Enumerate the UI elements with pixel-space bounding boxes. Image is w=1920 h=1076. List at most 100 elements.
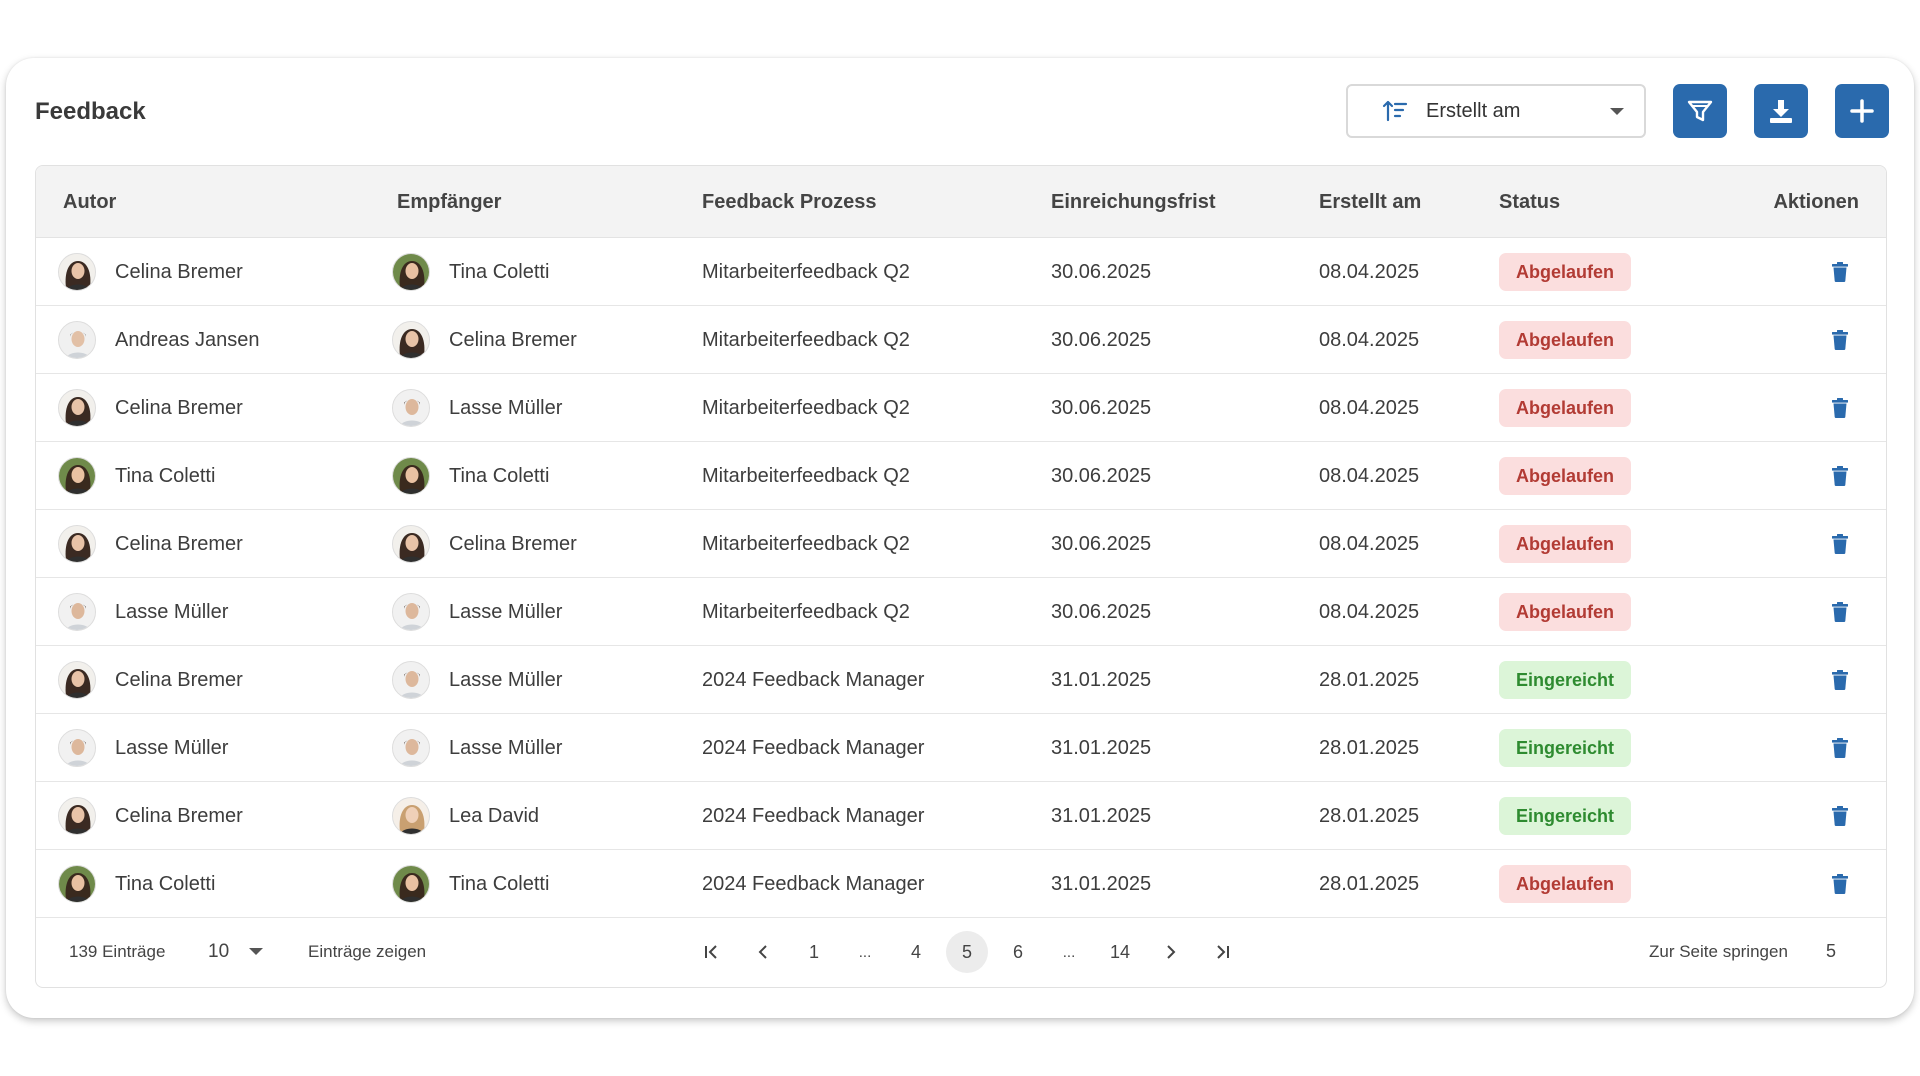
- actions-cell: [1828, 306, 1852, 374]
- table-row[interactable]: Lasse Müller Lasse Müller Mitarbeiterfee…: [36, 578, 1886, 646]
- status-cell: Abgelaufen: [1499, 374, 1632, 442]
- page-size-select[interactable]: 10: [208, 918, 288, 985]
- deadline-cell: 31.01.2025: [1051, 668, 1152, 691]
- author-name: Lasse Müller: [115, 600, 229, 623]
- column-header-status[interactable]: Status: [1499, 166, 1560, 238]
- avatar: [392, 729, 430, 767]
- recipient-name: Lea David: [449, 804, 540, 827]
- trash-icon: [1832, 602, 1848, 622]
- deadline-cell: 30.06.2025: [1051, 532, 1152, 555]
- created-cell: 28.01.2025: [1319, 736, 1420, 759]
- avatar: [392, 389, 430, 427]
- avatar: [392, 525, 430, 563]
- table-row[interactable]: Tina Coletti Tina Coletti 2024 Feedback …: [36, 850, 1886, 918]
- author-name: Tina Coletti: [115, 872, 216, 895]
- author-cell: Celina Bremer: [58, 782, 243, 850]
- process-cell: 2024 Feedback Manager: [702, 736, 925, 759]
- status-badge: Abgelaufen: [1499, 865, 1632, 903]
- status-badge: Eingereicht: [1499, 661, 1632, 699]
- avatar: [58, 457, 96, 495]
- table-row[interactable]: Tina Coletti Tina Coletti Mitarbeiterfee…: [36, 442, 1886, 510]
- page-size-value: 10: [208, 940, 230, 962]
- actions-cell: [1828, 238, 1852, 306]
- delete-button[interactable]: [1828, 328, 1852, 352]
- page-button[interactable]: 14: [1099, 931, 1141, 973]
- recipient-name: Tina Coletti: [449, 260, 550, 283]
- page-button[interactable]: 6: [997, 931, 1039, 973]
- page-button[interactable]: 5: [946, 931, 988, 973]
- column-header-erstellt-am[interactable]: Erstellt am: [1319, 166, 1421, 238]
- actions-cell: [1828, 374, 1852, 442]
- trash-icon: [1832, 262, 1848, 282]
- status-badge: Eingereicht: [1499, 797, 1632, 835]
- actions-cell: [1828, 646, 1852, 714]
- delete-button[interactable]: [1828, 804, 1852, 828]
- actions-cell: [1828, 714, 1852, 782]
- status-badge: Abgelaufen: [1499, 389, 1632, 427]
- trash-icon: [1832, 806, 1848, 826]
- column-header-empfaenger[interactable]: Empfänger: [397, 166, 501, 238]
- column-header-einreichungsfrist[interactable]: Einreichungsfrist: [1051, 166, 1215, 238]
- process-cell: 2024 Feedback Manager: [702, 872, 925, 895]
- deadline-cell: 31.01.2025: [1051, 872, 1152, 895]
- status-cell: Abgelaufen: [1499, 442, 1632, 510]
- prev-page-button[interactable]: [742, 931, 784, 973]
- feedback-card: Feedback Erstellt am Autor Empfänger Fee…: [6, 58, 1914, 1018]
- table-row[interactable]: Celina Bremer Lasse Müller Mitarbeiterfe…: [36, 374, 1886, 442]
- trash-icon: [1832, 874, 1848, 894]
- sort-select[interactable]: Erstellt am: [1346, 84, 1646, 138]
- recipient-name: Celina Bremer: [449, 328, 577, 351]
- filter-button[interactable]: [1673, 84, 1727, 138]
- recipient-cell: Lasse Müller: [392, 374, 562, 442]
- trash-icon: [1832, 738, 1848, 758]
- author-name: Tina Coletti: [115, 464, 216, 487]
- avatar: [58, 389, 96, 427]
- created-cell: 08.04.2025: [1319, 532, 1420, 555]
- recipient-cell: Tina Coletti: [392, 238, 549, 306]
- author-cell: Andreas Jansen: [58, 306, 260, 374]
- delete-button[interactable]: [1828, 600, 1852, 624]
- recipient-cell: Lasse Müller: [392, 646, 562, 714]
- recipient-cell: Celina Bremer: [392, 510, 577, 578]
- recipient-name: Lasse Müller: [449, 600, 563, 623]
- delete-button[interactable]: [1828, 872, 1852, 896]
- avatar: [392, 661, 430, 699]
- deadline-cell: 31.01.2025: [1051, 804, 1152, 827]
- table-row[interactable]: Celina Bremer Celina Bremer Mitarbeiterf…: [36, 510, 1886, 578]
- delete-button[interactable]: [1828, 736, 1852, 760]
- download-button[interactable]: [1754, 84, 1808, 138]
- jump-to-page-label: Zur Seite springen: [1649, 941, 1788, 961]
- column-header-autor[interactable]: Autor: [63, 166, 116, 238]
- recipient-cell: Celina Bremer: [392, 306, 577, 374]
- table-row[interactable]: Andreas Jansen Celina Bremer Mitarbeiter…: [36, 306, 1886, 374]
- avatar: [392, 321, 430, 359]
- delete-button[interactable]: [1828, 532, 1852, 556]
- status-badge: Abgelaufen: [1499, 457, 1632, 495]
- add-button[interactable]: [1835, 84, 1889, 138]
- page-button[interactable]: 4: [895, 931, 937, 973]
- last-page-button[interactable]: [1201, 931, 1243, 973]
- table-row[interactable]: Lasse Müller Lasse Müller 2024 Feedback …: [36, 714, 1886, 782]
- process-cell: Mitarbeiterfeedback Q2: [702, 328, 910, 351]
- status-cell: Eingereicht: [1499, 714, 1632, 782]
- table-row[interactable]: Celina Bremer Lea David 2024 Feedback Ma…: [36, 782, 1886, 850]
- chevron-right-icon: [1167, 945, 1176, 959]
- delete-button[interactable]: [1828, 464, 1852, 488]
- process-cell: 2024 Feedback Manager: [702, 668, 925, 691]
- avatar: [58, 729, 96, 767]
- page-button[interactable]: 1: [793, 931, 835, 973]
- delete-button[interactable]: [1828, 396, 1852, 420]
- column-header-feedback-prozess[interactable]: Feedback Prozess: [702, 166, 877, 238]
- delete-button[interactable]: [1828, 668, 1852, 692]
- table-row[interactable]: Celina Bremer Tina Coletti Mitarbeiterfe…: [36, 238, 1886, 306]
- table-row[interactable]: Celina Bremer Lasse Müller 2024 Feedback…: [36, 646, 1886, 714]
- recipient-name: Lasse Müller: [449, 396, 563, 419]
- status-cell: Eingereicht: [1499, 646, 1632, 714]
- avatar: [392, 797, 430, 835]
- status-cell: Abgelaufen: [1499, 306, 1632, 374]
- jump-to-page-input[interactable]: 5: [1826, 918, 1866, 985]
- first-page-button[interactable]: [691, 931, 733, 973]
- plus-icon: [1850, 99, 1874, 123]
- next-page-button[interactable]: [1150, 931, 1192, 973]
- delete-button[interactable]: [1828, 260, 1852, 284]
